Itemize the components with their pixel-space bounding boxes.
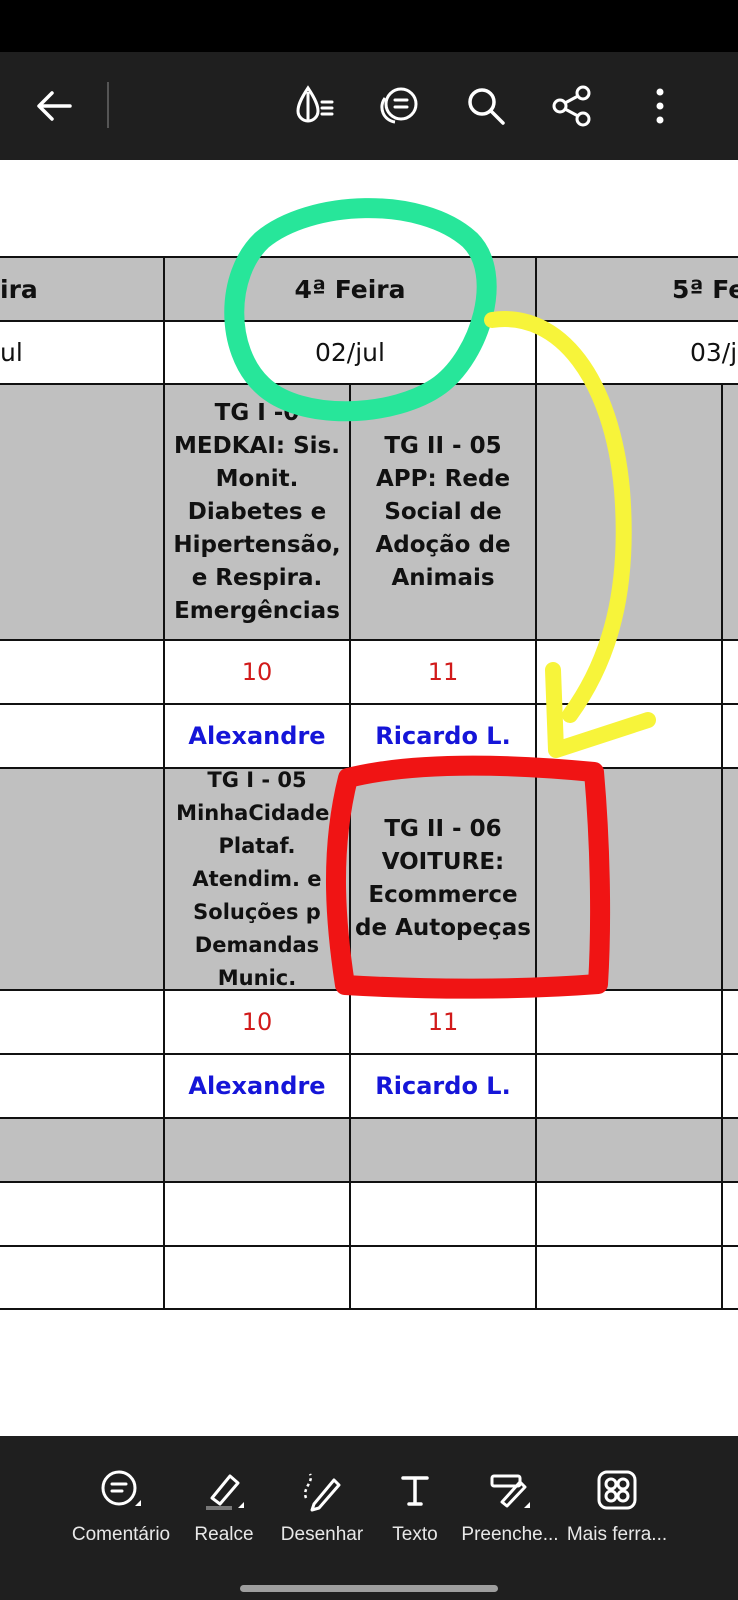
project-title-tg2-voiture-text: TG II - 06 VOITURE: Ecommerce de Autopeç… bbox=[355, 816, 531, 941]
empty-row-gray bbox=[0, 1118, 738, 1182]
room-number-1b-text: 11 bbox=[427, 658, 459, 686]
top-toolbar bbox=[0, 52, 738, 160]
weekday-header-wednesday: 4ª Feira bbox=[164, 257, 536, 321]
grid-line bbox=[349, 384, 351, 1310]
project-title-tg2-voiture: TG II - 06 VOITURE: Ecommerce de Autopeç… bbox=[350, 768, 536, 990]
pdf-document-view[interactable]: ira 4ª Feira 5ª Fe ul 02/jul 03/ju TG I … bbox=[0, 160, 738, 1436]
comment-list-icon[interactable] bbox=[368, 76, 428, 136]
tool-texto[interactable]: Texto bbox=[384, 1436, 446, 1556]
room-number-2b-text: 11 bbox=[427, 1008, 459, 1036]
tool-label: Preenche... bbox=[461, 1524, 559, 1545]
tool-preencher[interactable]: Preenche... bbox=[460, 1436, 560, 1556]
grid-line bbox=[0, 1053, 738, 1055]
grid-line bbox=[0, 383, 738, 385]
reading-mode-icon[interactable] bbox=[284, 76, 344, 136]
more-options-icon[interactable] bbox=[630, 76, 690, 136]
grid-line bbox=[163, 256, 165, 1310]
weekday-header-thursday-label: 5ª Fe bbox=[672, 274, 738, 304]
search-icon[interactable] bbox=[456, 76, 516, 136]
weekday-header-wednesday-label: 4ª Feira bbox=[294, 274, 406, 304]
advisor-2b: Ricardo L. bbox=[350, 1054, 536, 1118]
advisor-1a: Alexandre bbox=[164, 704, 350, 768]
date-thursday: 03/ju bbox=[536, 321, 738, 384]
room-number-2a: 10 bbox=[164, 990, 350, 1054]
project-title-tg1-minhacidade-text: TG I - 05 MinhaCidade: Plataf. Atendim. … bbox=[176, 768, 338, 990]
advisor-2b-text: Ricardo L. bbox=[375, 1072, 511, 1100]
tool-label: Texto bbox=[392, 1524, 438, 1545]
grid-line bbox=[0, 767, 738, 769]
tool-label: Mais ferra... bbox=[566, 1524, 668, 1545]
tool-label: Desenhar bbox=[280, 1524, 364, 1545]
advisor-1a-text: Alexandre bbox=[188, 722, 326, 750]
project-title-tg1-minhacidade: TG I - 05 MinhaCidade: Plataf. Atendim. … bbox=[164, 768, 350, 990]
tool-realce[interactable]: Realce bbox=[186, 1436, 262, 1556]
date-wednesday-label: 02/jul bbox=[315, 338, 385, 367]
draw-pen-icon bbox=[298, 1466, 346, 1514]
grid-line bbox=[535, 256, 537, 1310]
date-prev-label: ul bbox=[0, 338, 23, 367]
room-number-1b: 11 bbox=[350, 640, 536, 704]
advisor-2a-text: Alexandre bbox=[188, 1072, 326, 1100]
grid-line bbox=[0, 1117, 738, 1119]
project-title-tg2-app: TG II - 05 APP: Rede Social de Adoção de… bbox=[350, 384, 536, 640]
yellow-arrowhead-annotation bbox=[545, 662, 656, 758]
tool-comentario[interactable]: Comentário bbox=[66, 1436, 176, 1556]
room-number-1a: 10 bbox=[164, 640, 350, 704]
highlighter-icon bbox=[200, 1466, 248, 1514]
weekday-header-prev: ira bbox=[0, 257, 164, 321]
room-number-1a-text: 10 bbox=[241, 658, 273, 686]
grid-line bbox=[721, 384, 723, 1310]
status-bar bbox=[0, 0, 738, 52]
tool-label: Comentário bbox=[71, 1524, 171, 1545]
text-icon bbox=[391, 1466, 439, 1514]
home-indicator[interactable] bbox=[240, 1585, 498, 1592]
back-arrow-icon[interactable] bbox=[24, 76, 84, 136]
advisor-1b: Ricardo L. bbox=[350, 704, 536, 768]
advisor-1b-text: Ricardo L. bbox=[375, 722, 511, 750]
project-title-tg1-medkai-text: TG I -0 MEDKAI: Sis. Monit. Diabetes e H… bbox=[173, 399, 341, 624]
grid-line bbox=[0, 256, 738, 258]
more-tools-icon bbox=[593, 1466, 641, 1514]
date-prev: ul bbox=[0, 321, 164, 384]
advisor-2a: Alexandre bbox=[164, 1054, 350, 1118]
grid-line bbox=[0, 1181, 738, 1183]
date-thursday-label: 03/ju bbox=[690, 338, 738, 367]
room-number-2b: 11 bbox=[350, 990, 536, 1054]
tool-mais-ferramentas[interactable]: Mais ferra... bbox=[564, 1436, 670, 1556]
grid-line bbox=[0, 639, 738, 641]
project-title-tg1-medkai: TG I -0 MEDKAI: Sis. Monit. Diabetes e H… bbox=[164, 384, 350, 640]
weekday-header-thursday: 5ª Fe bbox=[536, 257, 738, 321]
room-number-2a-text: 10 bbox=[241, 1008, 273, 1036]
grid-line bbox=[0, 989, 738, 991]
fill-sign-icon bbox=[486, 1466, 534, 1514]
tool-desenhar[interactable]: Desenhar bbox=[276, 1436, 368, 1556]
weekday-header-prev-label: ira bbox=[0, 274, 38, 304]
grid-line bbox=[0, 703, 738, 705]
toolbar-divider bbox=[107, 82, 109, 128]
grid-line bbox=[0, 320, 738, 322]
bottom-tools-bar: Comentário Realce Desenhar Texto Preench… bbox=[0, 1436, 738, 1600]
grid-line bbox=[0, 1308, 738, 1310]
project-title-tg2-app-text: TG II - 05 APP: Rede Social de Adoção de… bbox=[375, 433, 511, 591]
tool-label: Realce bbox=[194, 1524, 254, 1545]
grid-line bbox=[0, 1245, 738, 1247]
share-icon[interactable] bbox=[542, 76, 602, 136]
comment-icon bbox=[97, 1466, 145, 1514]
date-wednesday: 02/jul bbox=[164, 321, 536, 384]
